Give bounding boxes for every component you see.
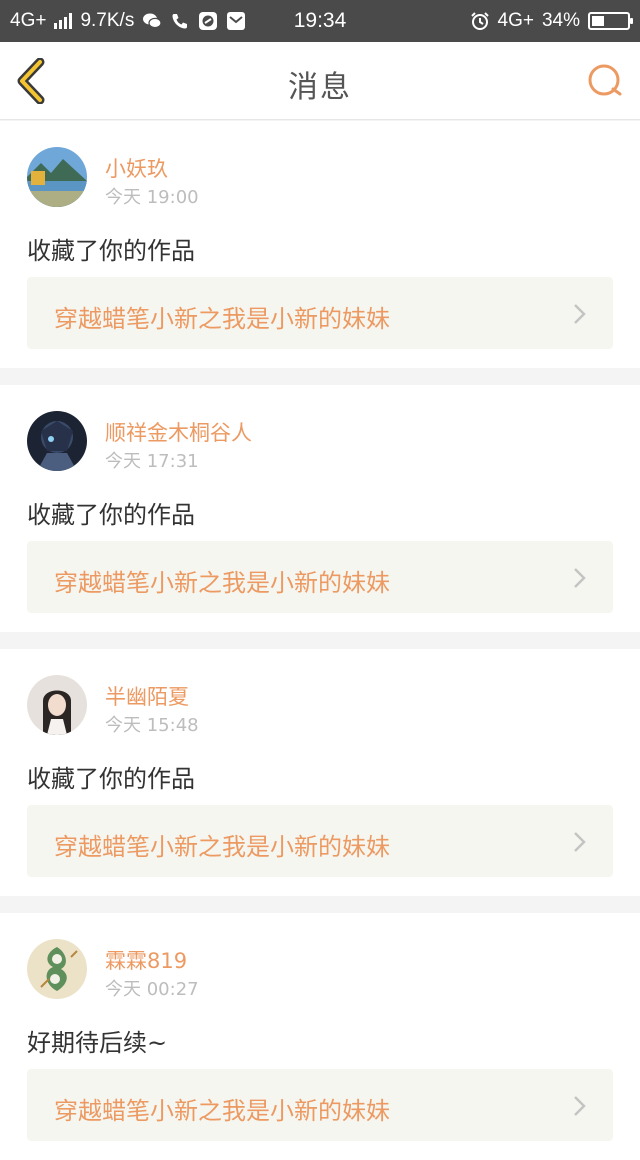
avatar[interactable] [27,675,87,735]
phone-icon [170,11,190,31]
signal-icon [54,13,73,29]
message-text: 收藏了你的作品 [27,237,195,265]
user-name[interactable]: 顺祥金木桐谷人 [105,417,252,447]
user-name[interactable]: 半幽陌夏 [105,681,189,711]
message-card: 半幽陌夏 今天 15:48 收藏了你的作品 穿越蜡笔小新之我是小新的妹妹 [0,649,640,896]
back-button[interactable] [14,57,54,105]
chevron-right-icon [574,304,586,324]
avatar[interactable] [27,939,87,999]
search-button[interactable] [586,62,624,100]
chevron-right-icon [574,568,586,588]
battery-percent: 34% [541,10,580,31]
alarm-icon [470,11,490,31]
network-speed: 9.7K/s [80,10,135,31]
message-list: 小妖玖 今天 19:00 收藏了你的作品 穿越蜡笔小新之我是小新的妹妹 顺祥金木… [0,121,640,1160]
chevron-right-icon [574,832,586,852]
message-time: 今天 17:31 [105,451,199,472]
work-link[interactable]: 穿越蜡笔小新之我是小新的妹妹 [27,277,613,349]
user-name[interactable]: 小妖玖 [105,153,168,183]
message-time: 今天 00:27 [105,979,199,1000]
app-notification-icon [198,11,218,31]
work-title: 穿越蜡笔小新之我是小新的妹妹 [54,569,390,597]
message-text: 收藏了你的作品 [27,501,195,529]
message-card: 顺祥金木桐谷人 今天 17:31 收藏了你的作品 穿越蜡笔小新之我是小新的妹妹 [0,385,640,632]
battery-icon [588,12,633,30]
message-text: 好期待后续~ [27,1029,168,1057]
work-title: 穿越蜡笔小新之我是小新的妹妹 [54,833,390,861]
chevron-right-icon [574,1096,586,1116]
wechat-icon [142,11,162,31]
work-title: 穿越蜡笔小新之我是小新的妹妹 [54,1097,390,1125]
avatar[interactable] [27,411,87,471]
message-time: 今天 15:48 [105,715,199,736]
page-title: 消息 [288,70,352,105]
work-link[interactable]: 穿越蜡笔小新之我是小新的妹妹 [27,805,613,877]
network-indicator-right: 4G+ [497,10,534,31]
header-bar: 消息 [0,42,640,120]
user-name[interactable]: 霖霖819 [105,945,187,975]
chevron-left-icon [17,57,45,105]
message-card: 霖霖819 今天 00:27 好期待后续~ 穿越蜡笔小新之我是小新的妹妹 [0,913,640,1160]
work-link[interactable]: 穿越蜡笔小新之我是小新的妹妹 [27,541,613,613]
work-title: 穿越蜡笔小新之我是小新的妹妹 [54,305,390,333]
message-card: 小妖玖 今天 19:00 收藏了你的作品 穿越蜡笔小新之我是小新的妹妹 [0,121,640,368]
avatar[interactable] [27,147,87,207]
network-indicator: 4G+ [10,10,47,31]
search-icon [588,64,622,96]
mail-icon [226,11,246,31]
message-time: 今天 19:00 [105,187,199,208]
status-bar: 4G+ 9.7K/s 19:34 4G+ 34% [0,0,640,42]
message-text: 收藏了你的作品 [27,765,195,793]
work-link[interactable]: 穿越蜡笔小新之我是小新的妹妹 [27,1069,613,1141]
